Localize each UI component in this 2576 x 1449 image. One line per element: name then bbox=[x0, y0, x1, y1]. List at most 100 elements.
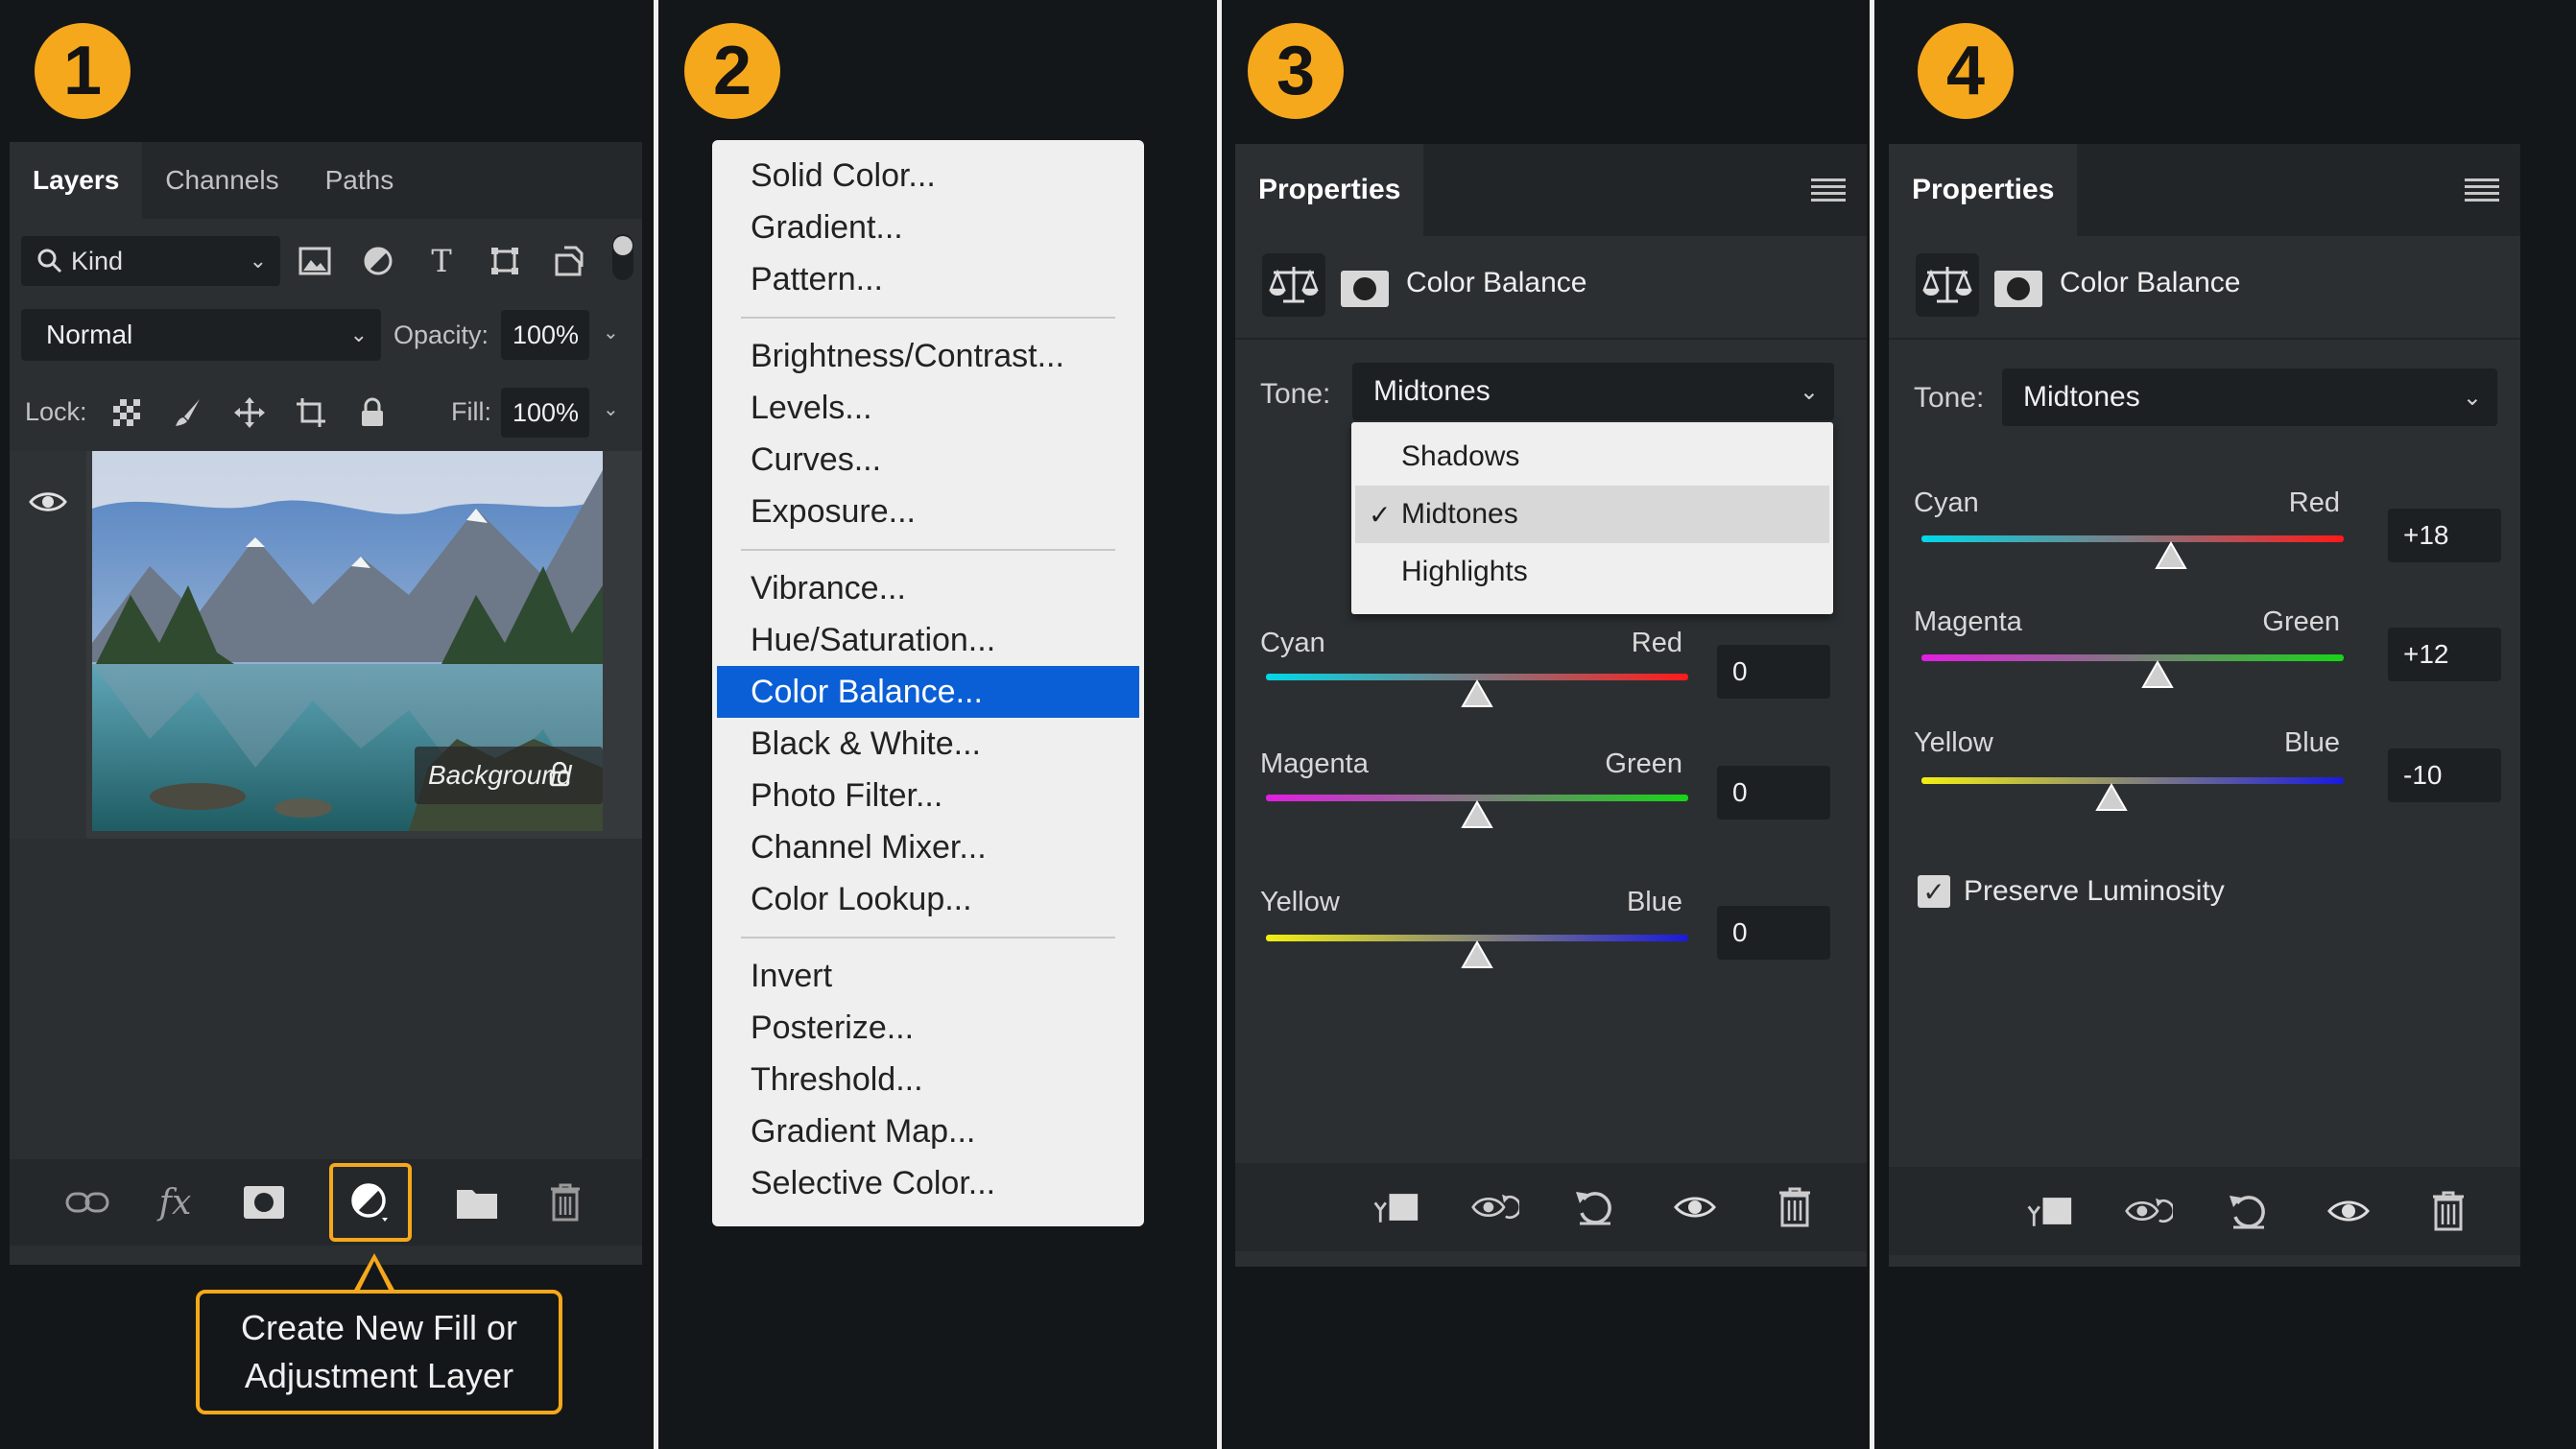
panel-divider bbox=[654, 0, 658, 1449]
new-fill-adjustment-icon[interactable] bbox=[328, 1163, 412, 1242]
slider-value-input[interactable]: +18 bbox=[2388, 509, 2501, 562]
menu-item-black-white[interactable]: Black & White... bbox=[712, 718, 1144, 770]
filter-toggle[interactable] bbox=[612, 234, 633, 280]
slider-value-input[interactable]: 0 bbox=[1717, 766, 1830, 820]
lock-transparent-icon[interactable] bbox=[109, 395, 144, 430]
reset-icon[interactable] bbox=[2225, 1187, 2273, 1235]
blend-mode-select[interactable]: Normal ⌄ bbox=[21, 309, 381, 361]
slider-right-label: Red bbox=[2288, 487, 2340, 518]
slider-thumb[interactable] bbox=[1461, 800, 1493, 831]
tone-select[interactable]: Midtones ⌄ bbox=[2002, 368, 2497, 426]
step-badge-4: 4 bbox=[1918, 23, 2014, 119]
menu-item-exposure[interactable]: Exposure... bbox=[712, 486, 1144, 537]
preserve-luminosity-checkbox[interactable]: ✓ bbox=[1918, 875, 1950, 908]
tab-channels[interactable]: Channels bbox=[142, 142, 301, 219]
reset-icon[interactable] bbox=[1571, 1183, 1619, 1231]
clip-to-layer-icon[interactable] bbox=[1371, 1183, 1419, 1231]
visibility-icon[interactable] bbox=[1671, 1183, 1719, 1231]
slider-cyan-red: Cyan Red +18 bbox=[1914, 487, 2509, 583]
layer-mask-icon[interactable] bbox=[1341, 271, 1389, 307]
chevron-down-icon: ⌄ bbox=[349, 322, 368, 346]
tab-properties[interactable]: Properties bbox=[1235, 144, 1423, 236]
lock-artboard-icon[interactable] bbox=[294, 395, 328, 430]
tab-layers[interactable]: Layers bbox=[10, 142, 143, 219]
slider-thumb[interactable] bbox=[1461, 679, 1493, 710]
tone-option-highlights[interactable]: Highlights bbox=[1351, 543, 1833, 601]
slider-value-input[interactable]: +12 bbox=[2388, 628, 2501, 681]
menu-item-posterize[interactable]: Posterize... bbox=[712, 1002, 1144, 1054]
lock-all-icon[interactable] bbox=[355, 395, 390, 430]
balance-scale-icon bbox=[1262, 253, 1325, 317]
tone-option-shadows[interactable]: Shadows bbox=[1351, 428, 1833, 486]
menu-item-photo-filter[interactable]: Photo Filter... bbox=[712, 770, 1144, 821]
menu-item-hue-saturation[interactable]: Hue/Saturation... bbox=[712, 614, 1144, 666]
fill-input[interactable]: 100% bbox=[501, 388, 589, 438]
menu-item-color-balance[interactable]: Color Balance... bbox=[717, 666, 1139, 718]
view-previous-icon[interactable] bbox=[1471, 1183, 1519, 1231]
slider-track[interactable] bbox=[1921, 535, 2344, 542]
layer-visibility-toggle[interactable] bbox=[10, 451, 86, 839]
checkmark-icon: ✓ bbox=[1369, 499, 1392, 530]
opacity-input[interactable]: 100% bbox=[501, 310, 589, 360]
tone-select[interactable]: Midtones ⌄ bbox=[1352, 363, 1834, 420]
menu-item-pattern[interactable]: Pattern... bbox=[712, 253, 1144, 305]
layer-row-background[interactable]: Background bbox=[10, 451, 642, 839]
menu-item-threshold[interactable]: Threshold... bbox=[712, 1054, 1144, 1105]
slider-value-input[interactable]: 0 bbox=[1717, 645, 1830, 699]
menu-item-gradient-map[interactable]: Gradient Map... bbox=[712, 1105, 1144, 1157]
slider-thumb[interactable] bbox=[2141, 660, 2175, 691]
slider-track[interactable] bbox=[1921, 777, 2344, 784]
search-icon bbox=[37, 249, 62, 273]
visibility-icon[interactable] bbox=[2325, 1187, 2373, 1235]
kind-filter-select[interactable]: Kind ⌄ bbox=[21, 236, 280, 286]
layer-mask-icon[interactable] bbox=[1994, 271, 2042, 307]
chevron-down-icon: ⌄ bbox=[2462, 384, 2482, 411]
properties-footer bbox=[1235, 1163, 1867, 1251]
slider-thumb[interactable] bbox=[1461, 940, 1493, 971]
type-filter-icon[interactable]: T bbox=[424, 243, 459, 279]
view-previous-icon[interactable] bbox=[2125, 1187, 2173, 1235]
image-filter-icon[interactable] bbox=[298, 244, 332, 278]
slider-track[interactable] bbox=[1921, 654, 2344, 661]
fx-icon[interactable]: fx bbox=[153, 1179, 199, 1225]
chevron-down-icon[interactable]: ⌄ bbox=[603, 397, 619, 421]
menu-item-invert[interactable]: Invert bbox=[712, 950, 1144, 1002]
eye-icon[interactable] bbox=[29, 489, 67, 514]
slider-value-input[interactable]: -10 bbox=[2388, 748, 2501, 802]
lock-image-icon[interactable] bbox=[171, 395, 205, 430]
panel-menu-icon[interactable] bbox=[2465, 178, 2499, 202]
menu-divider bbox=[741, 549, 1115, 551]
lock-icon bbox=[549, 762, 570, 787]
menu-item-brightness-contrast[interactable]: Brightness/Contrast... bbox=[712, 330, 1144, 382]
menu-item-vibrance[interactable]: Vibrance... bbox=[712, 562, 1144, 614]
adjustment-filter-icon[interactable] bbox=[361, 244, 395, 278]
slider-thumb[interactable] bbox=[2095, 783, 2128, 814]
delete-layer-icon[interactable] bbox=[542, 1179, 588, 1225]
panel-divider bbox=[1870, 0, 1874, 1449]
new-group-icon[interactable] bbox=[454, 1179, 500, 1225]
menu-item-solid-color[interactable]: Solid Color... bbox=[712, 150, 1144, 202]
link-layers-icon[interactable] bbox=[64, 1179, 110, 1225]
smart-object-filter-icon[interactable] bbox=[551, 244, 585, 278]
chevron-down-icon[interactable]: ⌄ bbox=[603, 321, 619, 344]
tab-paths[interactable]: Paths bbox=[302, 142, 417, 219]
menu-item-color-lookup[interactable]: Color Lookup... bbox=[712, 873, 1144, 925]
menu-item-curves[interactable]: Curves... bbox=[712, 434, 1144, 486]
panel-menu-icon[interactable] bbox=[1811, 178, 1846, 202]
clip-to-layer-icon[interactable] bbox=[2025, 1187, 2073, 1235]
add-mask-icon[interactable] bbox=[241, 1179, 287, 1225]
delete-icon[interactable] bbox=[1771, 1183, 1819, 1231]
menu-item-levels[interactable]: Levels... bbox=[712, 382, 1144, 434]
tab-properties[interactable]: Properties bbox=[1889, 144, 2077, 236]
slider-thumb[interactable] bbox=[2154, 541, 2187, 572]
tone-option-midtones[interactable]: ✓ Midtones bbox=[1355, 486, 1829, 543]
menu-item-selective-color[interactable]: Selective Color... bbox=[712, 1157, 1144, 1209]
slider-right-label: Green bbox=[2262, 606, 2340, 637]
properties-footer bbox=[1889, 1167, 2520, 1255]
slider-value-input[interactable]: 0 bbox=[1717, 906, 1830, 960]
menu-item-channel-mixer[interactable]: Channel Mixer... bbox=[712, 821, 1144, 873]
shape-filter-icon[interactable] bbox=[488, 244, 522, 278]
delete-icon[interactable] bbox=[2424, 1187, 2472, 1235]
lock-position-icon[interactable] bbox=[232, 395, 267, 430]
menu-item-gradient[interactable]: Gradient... bbox=[712, 202, 1144, 253]
